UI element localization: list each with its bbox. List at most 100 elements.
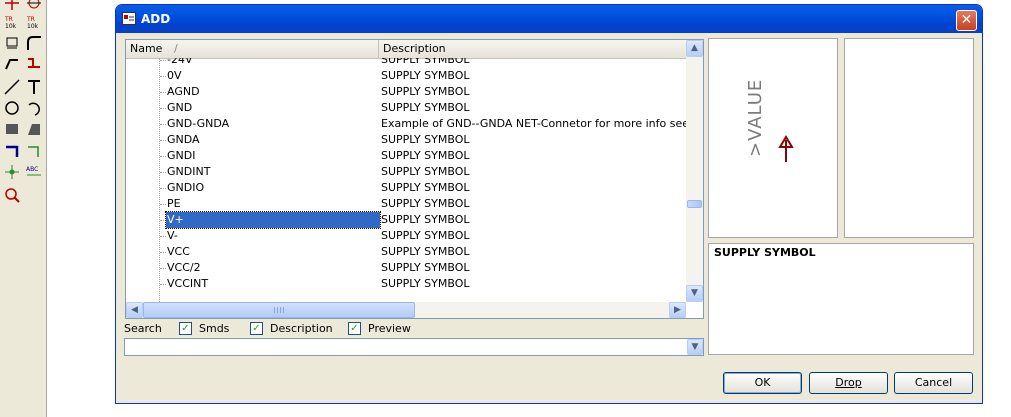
name-icon[interactable]: TR 10k (3, 13, 21, 31)
list-rows: -24V SUPPLY SYMBOL 0V SUPPLY SYMBOL AGND SUPP… (126, 58, 686, 302)
list-item-description: SUPPLY SYMBOL (381, 85, 470, 98)
move-icon[interactable] (3, 0, 21, 12)
column-header-description[interactable]: Description (379, 40, 686, 58)
erc-icon[interactable] (3, 186, 21, 204)
ok-button[interactable]: OK (723, 372, 802, 394)
optimize-icon[interactable] (25, 54, 43, 72)
grip-icon (274, 307, 284, 313)
description-label[interactable]: Description (270, 322, 333, 335)
cancel-button[interactable]: Cancel (894, 372, 973, 394)
list-header: Name / Description (126, 40, 686, 59)
package-preview (844, 38, 974, 238)
circle-icon[interactable] (3, 99, 21, 117)
list-item-name: V- (167, 229, 178, 242)
list-item[interactable]: VCC SUPPLY SYMBOL (126, 244, 686, 260)
list-item-name: 0V (167, 69, 182, 82)
rect-icon[interactable] (3, 120, 21, 138)
list-item-description: SUPPLY SYMBOL (381, 101, 470, 114)
preview-label[interactable]: Preview (368, 322, 411, 335)
scroll-right-icon[interactable]: ▶ (669, 302, 686, 318)
arc-icon[interactable] (25, 99, 43, 117)
drop-button[interactable]: Drop (809, 372, 888, 394)
search-options: Search ✓ Smds ✓ Description ✓ Preview (124, 321, 704, 337)
drop-button-label: Drop (835, 376, 862, 389)
list-item-name: -24V (167, 58, 193, 66)
app-icon (122, 12, 136, 25)
wire-icon[interactable] (3, 78, 21, 96)
list-item[interactable]: V- SUPPLY SYMBOL (126, 228, 686, 244)
vertical-scroll-thumb[interactable] (687, 200, 702, 208)
horizontal-scrollbar[interactable]: ◀ ▶ (126, 302, 686, 318)
list-item-name: AGND (167, 85, 200, 98)
list-item-name: PE (167, 197, 181, 210)
list-item-description: SUPPLY SYMBOL (381, 213, 470, 226)
list-item[interactable]: GNDIO SUPPLY SYMBOL (126, 180, 686, 196)
split-icon[interactable] (3, 54, 21, 72)
scroll-down-icon[interactable]: ▼ (686, 285, 703, 302)
list-item-name: V+ (165, 211, 381, 229)
column-header-description-label: Description (383, 42, 446, 55)
svg-text:ABC: ABC (26, 166, 38, 173)
description-preview: SUPPLY SYMBOL (708, 243, 974, 355)
list-item-name: VCC (167, 245, 190, 258)
preview-checkbox[interactable]: ✓ (348, 322, 361, 335)
vertical-scrollbar[interactable]: ▲ ▼ (686, 40, 703, 302)
value-icon[interactable]: TR 10k (25, 13, 43, 31)
dialog-title: ADD (141, 12, 171, 26)
symbol-value-label: >VALUE (745, 78, 766, 157)
scroll-left-icon[interactable]: ◀ (126, 302, 143, 318)
miter-icon[interactable] (25, 34, 43, 52)
smash-icon[interactable] (3, 34, 21, 52)
description-checkbox[interactable]: ✓ (250, 322, 263, 335)
description-preview-text: SUPPLY SYMBOL (714, 246, 816, 259)
rotate-icon[interactable] (25, 0, 43, 12)
list-item-name: GNDA (167, 133, 200, 146)
list-item-description: SUPPLY SYMBOL (381, 133, 470, 146)
list-item-description: SUPPLY SYMBOL (381, 261, 470, 274)
list-item[interactable]: VCCINT SUPPLY SYMBOL (126, 276, 686, 292)
bus-icon[interactable] (3, 143, 21, 161)
list-item-name: GND (167, 101, 193, 114)
list-item[interactable]: 0V SUPPLY SYMBOL (126, 68, 686, 84)
list-item-description: SUPPLY SYMBOL (381, 277, 470, 290)
list-item[interactable]: GNDINT SUPPLY SYMBOL (126, 164, 686, 180)
junction-icon[interactable] (3, 163, 21, 181)
list-item-description: SUPPLY SYMBOL (381, 149, 470, 162)
list-item[interactable]: GND-GNDA Example of GND--GNDA NET-Conneto… (126, 116, 686, 132)
list-item[interactable]: VCC/2 SUPPLY SYMBOL (126, 260, 686, 276)
list-item[interactable]: AGND SUPPLY SYMBOL (126, 84, 686, 100)
svg-text:10k: 10k (5, 23, 17, 30)
list-item-name: GNDIO (167, 181, 205, 194)
scroll-up-icon[interactable]: ▲ (686, 40, 703, 57)
list-item[interactable]: -24V SUPPLY SYMBOL (126, 58, 686, 68)
net-icon[interactable] (25, 143, 43, 161)
list-item[interactable]: GND SUPPLY SYMBOL (126, 100, 686, 116)
list-item[interactable]: GNDI SUPPLY SYMBOL (126, 148, 686, 164)
svg-text:TR: TR (26, 16, 35, 23)
device-list[interactable]: Name / Description -24V SUPPLY SYMBOL 0V SU… (125, 39, 704, 319)
list-item-description: SUPPLY SYMBOL (381, 165, 470, 178)
tool-palette: TR 10k TR 10k ABC (0, 0, 47, 417)
list-item[interactable]: PE SUPPLY SYMBOL (126, 196, 686, 212)
search-input[interactable]: ▼ (124, 338, 704, 356)
polygon-icon[interactable] (25, 120, 43, 138)
list-item[interactable]: GNDA SUPPLY SYMBOL (126, 132, 686, 148)
label-icon[interactable]: ABC (25, 163, 43, 181)
horizontal-scroll-thumb[interactable] (143, 302, 415, 318)
smds-checkbox[interactable]: ✓ (179, 322, 192, 335)
search-label: Search (124, 322, 162, 335)
list-item[interactable]: V+ SUPPLY SYMBOL (126, 211, 686, 229)
smds-label[interactable]: Smds (199, 322, 229, 335)
title-bar[interactable]: ADD ✕ (116, 5, 982, 33)
list-item-name: GNDI (167, 149, 196, 162)
sort-indicator: / (174, 42, 178, 55)
text-icon[interactable] (25, 78, 43, 96)
close-button[interactable]: ✕ (956, 10, 977, 31)
search-dropdown-icon[interactable]: ▼ (687, 339, 703, 355)
svg-text:10k: 10k (27, 23, 39, 30)
list-item-description: Example of GND--GNDA NET-Connetor for mo… (381, 117, 686, 130)
add-dialog: ADD ✕ Name / Description -24V SUPPLY SYMB… (115, 4, 983, 404)
list-item-description: SUPPLY SYMBOL (381, 69, 470, 82)
column-header-name[interactable]: Name / (126, 40, 379, 58)
list-item-description: SUPPLY SYMBOL (381, 229, 470, 242)
